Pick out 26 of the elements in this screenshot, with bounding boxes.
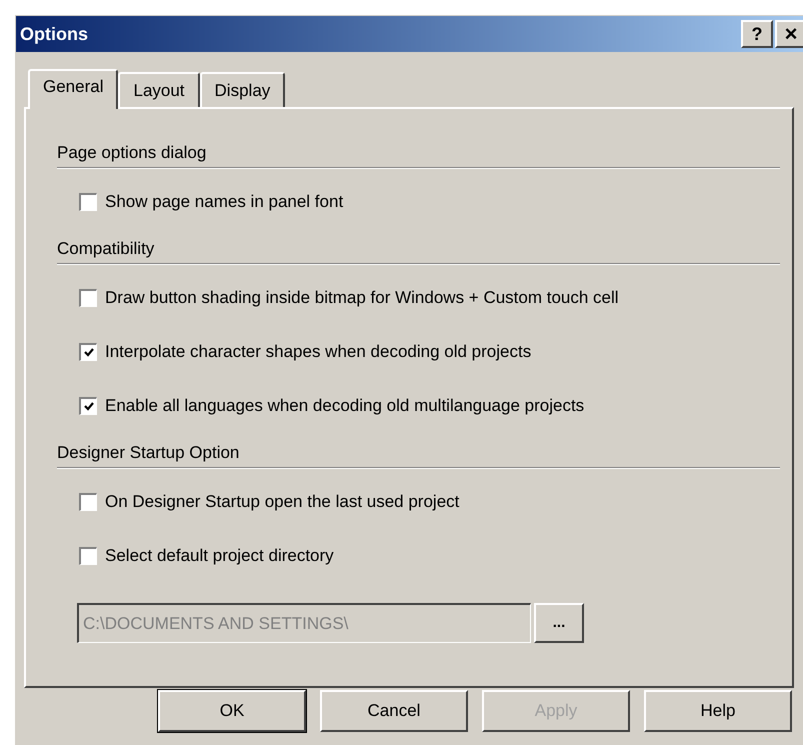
checkbox-label: Show page names in panel font xyxy=(105,191,344,214)
dialog-button[interactable]: OK xyxy=(158,690,306,732)
tab[interactable]: Display xyxy=(200,72,286,107)
section-heading: Designer Startup Option xyxy=(57,442,240,464)
checkbox[interactable] xyxy=(79,289,97,307)
checkbox[interactable] xyxy=(79,193,97,211)
checkbox[interactable] xyxy=(79,343,97,361)
checkbox-label: Interpolate character shapes when decoding old projects xyxy=(105,341,532,364)
window-title: Options xyxy=(20,22,88,46)
checkbox-label: Draw button shading inside bitmap for Windows + Custom touch cell xyxy=(105,287,619,310)
dialog-button[interactable]: Cancel xyxy=(320,690,468,732)
checkmark-icon xyxy=(84,348,94,358)
checkbox[interactable] xyxy=(79,493,97,511)
dialog-button[interactable]: Help xyxy=(644,690,792,732)
checkbox[interactable] xyxy=(79,397,97,415)
checkbox-label: Enable all languages when decoding old multilanguage projects xyxy=(105,395,584,418)
section-heading: Page options dialog xyxy=(57,142,208,164)
tab[interactable]: Layout xyxy=(118,72,200,107)
help-button[interactable]: ? xyxy=(741,20,773,48)
checkbox[interactable] xyxy=(79,547,97,565)
section-heading: Compatibility xyxy=(57,238,156,260)
checkbox-label: Select default project directory xyxy=(105,545,334,568)
close-button[interactable]: × xyxy=(775,20,803,48)
checkbox-label: On Designer Startup open the last used project xyxy=(105,491,460,514)
checkmark-icon xyxy=(84,402,94,412)
tab[interactable]: General xyxy=(28,69,118,109)
